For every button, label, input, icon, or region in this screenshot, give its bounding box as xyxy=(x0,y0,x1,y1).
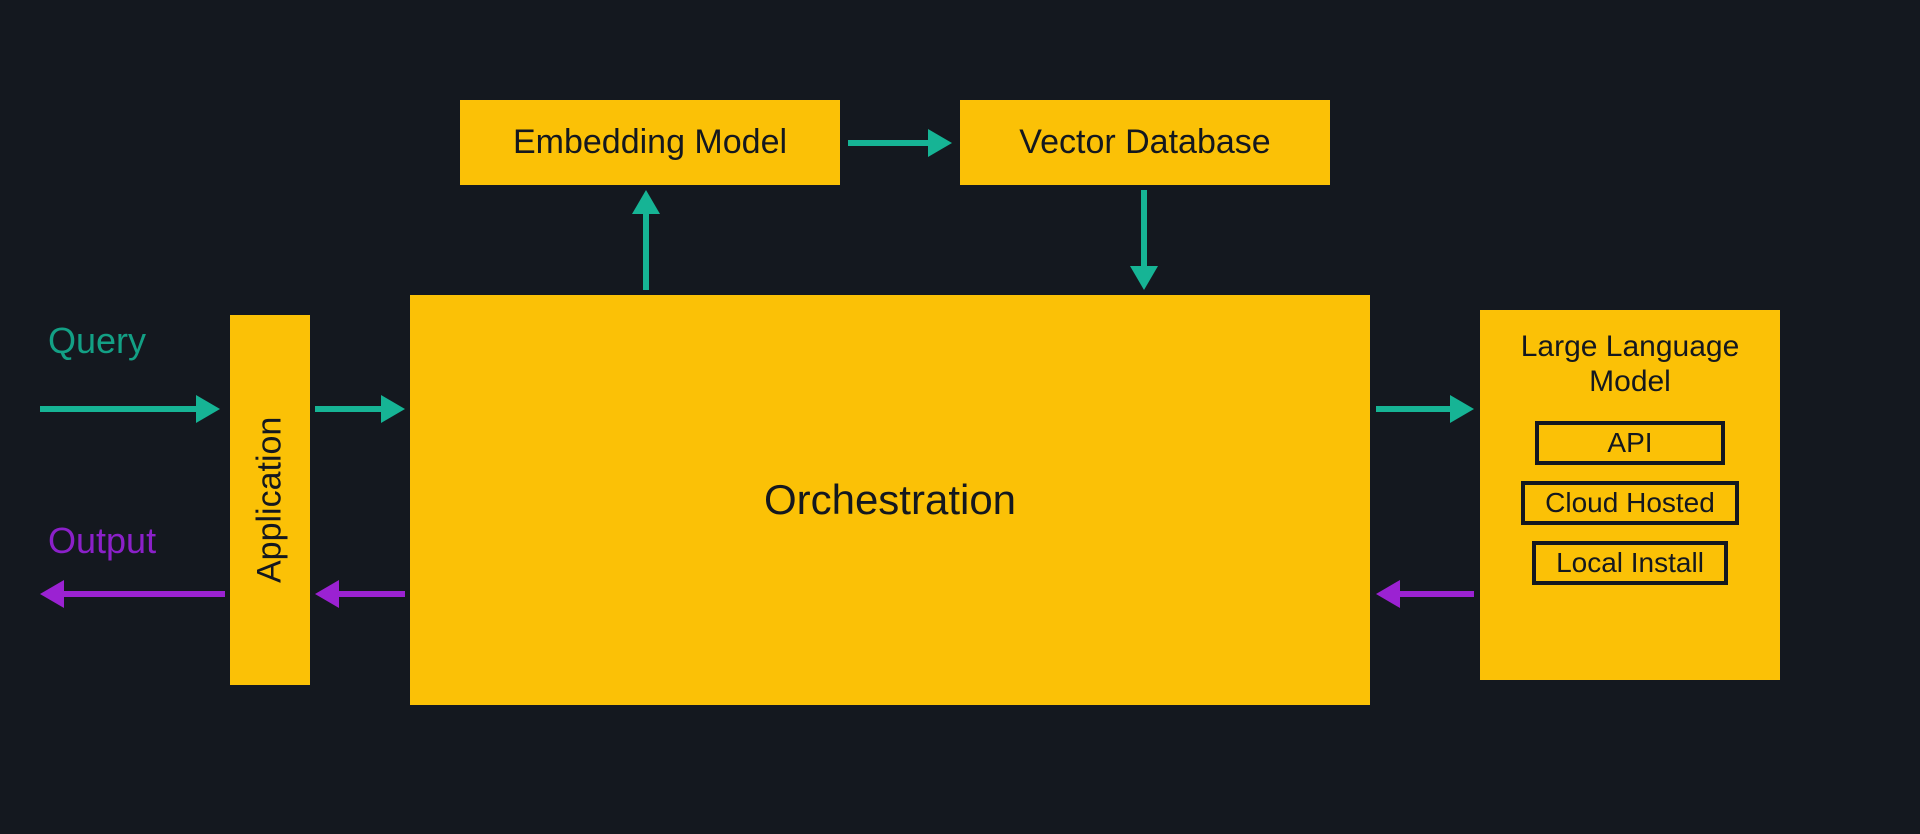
arrow-vectordb-to-orchestration xyxy=(1130,190,1158,290)
embedding-model-node-label: Embedding Model xyxy=(513,123,787,162)
arrow-application-to-output xyxy=(40,580,225,608)
arrow-query-to-application xyxy=(40,395,220,423)
query-label: Query xyxy=(48,320,146,362)
llm-option-local: Local Install xyxy=(1532,541,1728,585)
vector-database-node: Vector Database xyxy=(960,100,1330,185)
orchestration-node: Orchestration xyxy=(410,295,1370,705)
arrow-embedding-to-vectordb xyxy=(848,129,952,157)
llm-node: Large Language Model API Cloud Hosted Lo… xyxy=(1480,310,1780,680)
vector-database-node-label: Vector Database xyxy=(1019,123,1270,162)
llm-option-api: API xyxy=(1535,421,1725,465)
diagram-canvas: Query Output Application Orchestration E… xyxy=(0,0,1920,834)
output-label: Output xyxy=(48,520,156,562)
arrow-llm-to-orchestration xyxy=(1376,580,1474,608)
application-node-label: Application xyxy=(251,417,290,583)
arrow-orchestration-to-llm xyxy=(1376,395,1474,423)
application-node: Application xyxy=(230,315,310,685)
arrow-orchestration-to-application xyxy=(315,580,405,608)
orchestration-node-label: Orchestration xyxy=(764,476,1016,524)
arrow-application-to-orchestration xyxy=(315,395,405,423)
arrow-orchestration-to-embedding xyxy=(632,190,660,290)
llm-option-cloud: Cloud Hosted xyxy=(1521,481,1739,525)
llm-node-title: Large Language Model xyxy=(1500,330,1760,399)
embedding-model-node: Embedding Model xyxy=(460,100,840,185)
